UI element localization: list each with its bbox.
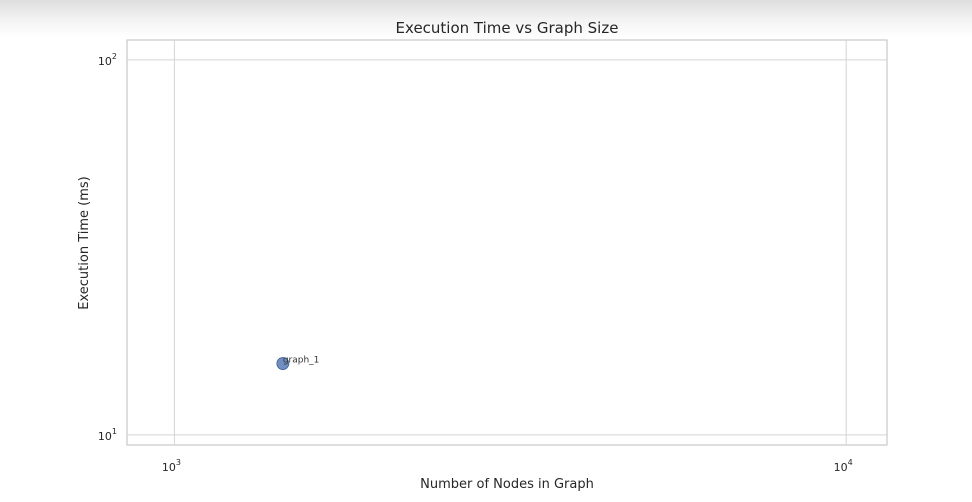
plot-area-frame xyxy=(126,39,888,446)
scatter-chart: Execution Time vs Graph Size 103 10410110… xyxy=(77,19,888,492)
x-tick-label: 104 xyxy=(834,458,853,474)
data-points: graph_1 xyxy=(276,356,320,370)
x-axis-label: Number of Nodes in Graph xyxy=(420,477,594,492)
y-tick-label: 101 xyxy=(98,427,117,443)
y-axis-label: Execution Time (ms) xyxy=(77,176,92,309)
grid-lines xyxy=(127,40,887,445)
x-tick-label: 103 xyxy=(162,458,181,474)
chart-title: Execution Time vs Graph Size xyxy=(396,19,619,37)
point-label: graph_1 xyxy=(283,356,320,366)
tick-labels: 103 104 101 102 xyxy=(98,52,853,474)
y-tick-label: 102 xyxy=(98,52,117,68)
